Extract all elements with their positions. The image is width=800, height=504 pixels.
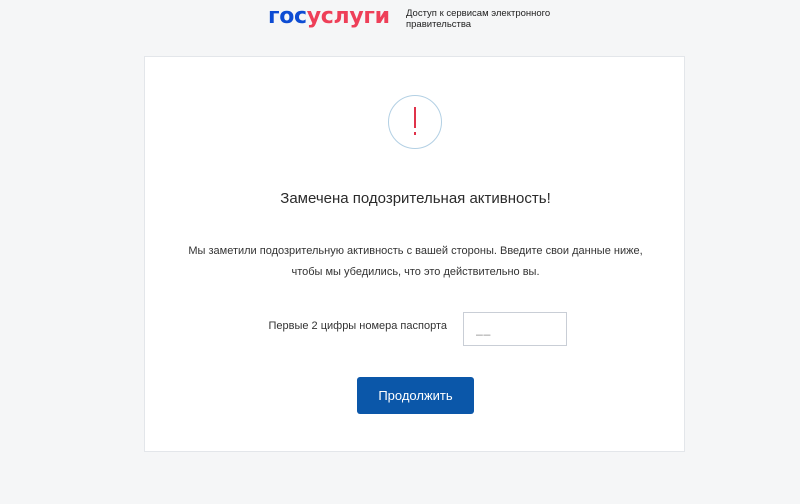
logo-part-uslugi: услуги (306, 4, 390, 29)
passport-digits-label: Первые 2 цифры номера паспорта (268, 320, 447, 332)
exclamation-icon (388, 95, 442, 149)
verification-card: Замечена подозрительная активность! Мы з… (144, 56, 685, 452)
continue-button[interactable]: Продолжить (357, 377, 474, 414)
page: госуслуги Доступ к сервисам электронного… (0, 0, 800, 504)
description-line-1: Мы заметили подозрительную активность с … (188, 245, 643, 257)
passport-digits-input[interactable] (463, 312, 567, 346)
header: госуслуги Доступ к сервисам электронного… (0, 0, 800, 40)
description-line-2: чтобы мы убедились, что это действительн… (291, 266, 540, 278)
header-tagline: Доступ к сервисам электронного правитель… (406, 8, 551, 30)
exclamation-dot (414, 132, 416, 135)
description-text: Мы заметили подозрительную активность с … (165, 241, 666, 283)
page-title: Замечена подозрительная активность! (280, 190, 551, 207)
gosuslugi-logo[interactable]: госуслуги (268, 3, 390, 31)
exclamation-bar (414, 107, 416, 128)
logo-part-gos: гос (268, 4, 307, 29)
